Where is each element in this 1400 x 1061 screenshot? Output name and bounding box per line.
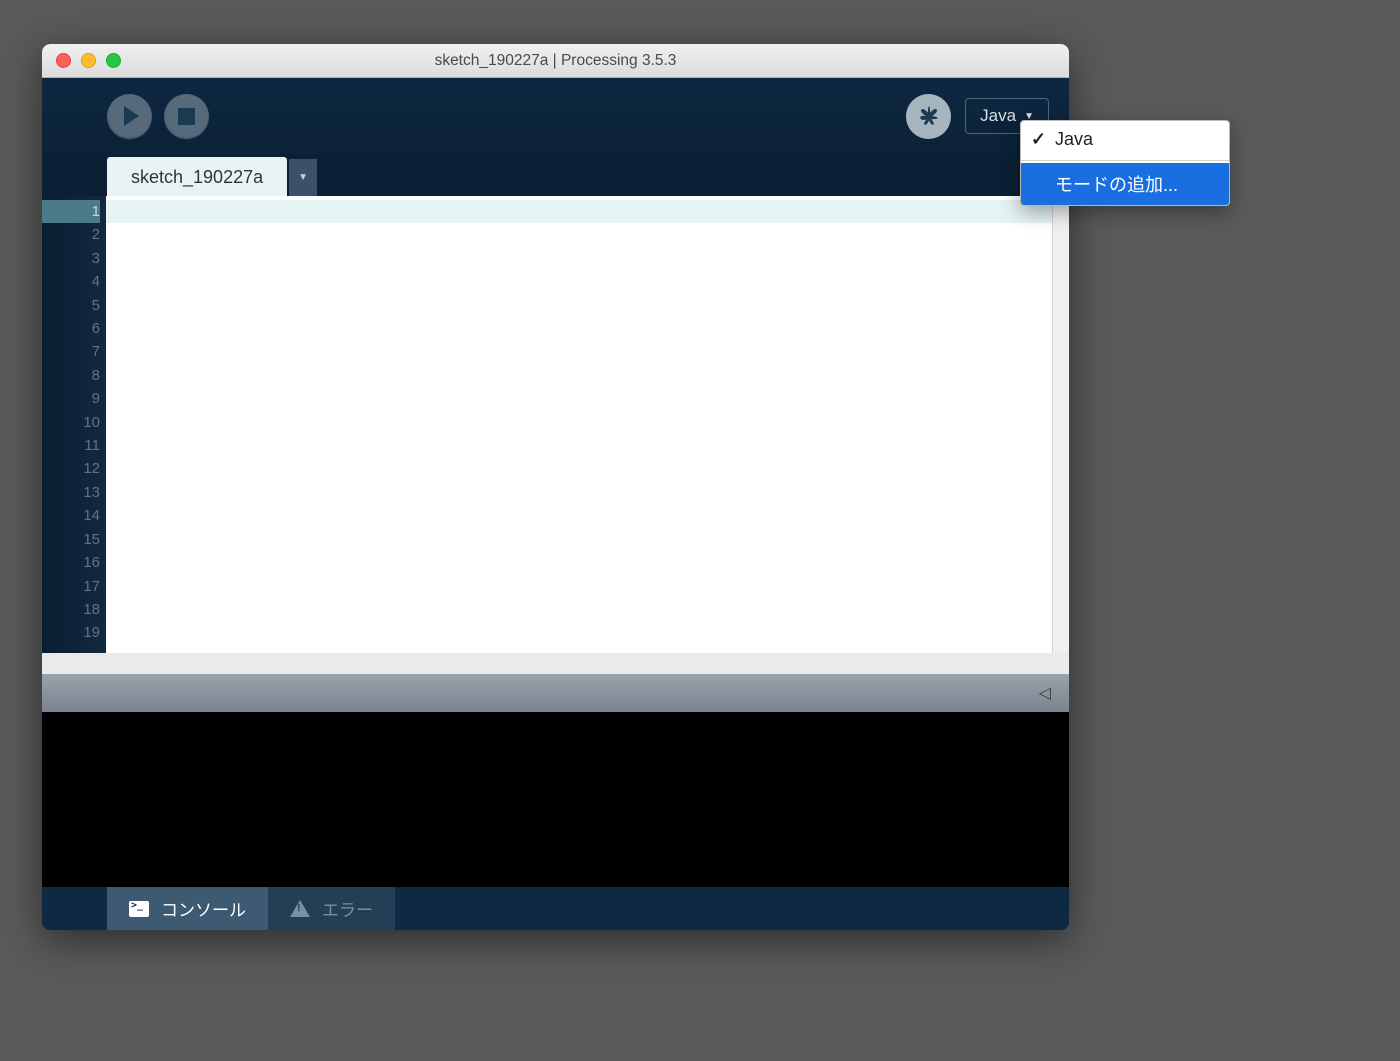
line-number: 10 [42,411,100,434]
error-tab-label: エラー [322,896,373,921]
line-number: 2 [42,223,100,246]
line-number: 1 [42,200,100,223]
status-bar: ◁ [42,674,1069,712]
debug-button[interactable] [906,94,951,139]
line-number: 9 [42,387,100,410]
titlebar[interactable]: sketch_190227a | Processing 3.5.3 [42,44,1069,78]
mode-label: Java [980,106,1016,126]
minimize-icon[interactable] [81,53,96,68]
line-number: 4 [42,270,100,293]
line-number: 6 [42,317,100,340]
line-number: 17 [42,575,100,598]
line-number: 12 [42,457,100,480]
play-icon [124,106,139,126]
line-number: 13 [42,481,100,504]
line-number: 18 [42,598,100,621]
console-output[interactable] [42,712,1069,887]
active-line [106,200,1052,223]
console-tab-label: コンソール [161,896,246,921]
line-number: 5 [42,294,100,317]
window-title: sketch_190227a | Processing 3.5.3 [42,52,1069,70]
butterfly-icon [916,103,942,129]
chevron-down-icon: ▼ [298,172,308,183]
console-icon [129,901,149,917]
stop-icon [178,108,195,125]
menu-item-add-mode[interactable]: モードの追加... [1021,163,1229,205]
line-number: 19 [42,621,100,644]
collapse-console-icon[interactable]: ◁ [1039,683,1051,703]
line-number: 8 [42,364,100,387]
footer-tabs: コンソール エラー [42,887,1069,930]
menu-item-java[interactable]: Java [1021,121,1229,158]
line-number: 11 [42,434,100,457]
line-number: 15 [42,528,100,551]
sketch-tab[interactable]: sketch_190227a [107,157,287,196]
mode-dropdown-menu: Java モードの追加... [1020,120,1230,206]
editor: 1 2 3 4 5 6 7 8 9 10 11 12 13 14 15 16 1… [42,196,1069,653]
line-number: 16 [42,551,100,574]
tab-console[interactable]: コンソール [107,887,268,930]
stop-button[interactable] [164,94,209,139]
vertical-scrollbar[interactable] [1052,196,1069,653]
line-number: 14 [42,504,100,527]
menu-separator [1021,160,1229,161]
tab-bar: sketch_190227a ▼ [42,154,1069,196]
editor-divider [42,653,1069,674]
maximize-icon[interactable] [106,53,121,68]
toolbar: Java ▼ [42,78,1069,154]
window-controls [56,53,121,68]
line-gutter: 1 2 3 4 5 6 7 8 9 10 11 12 13 14 15 16 1… [42,196,106,653]
close-icon[interactable] [56,53,71,68]
line-number: 3 [42,247,100,270]
app-window: sketch_190227a | Processing 3.5.3 Java ▼… [42,44,1069,930]
tab-menu-button[interactable]: ▼ [289,159,317,196]
warning-icon [290,900,310,917]
code-area[interactable] [106,196,1052,653]
run-button[interactable] [107,94,152,139]
tab-errors[interactable]: エラー [268,887,395,930]
line-number: 7 [42,340,100,363]
